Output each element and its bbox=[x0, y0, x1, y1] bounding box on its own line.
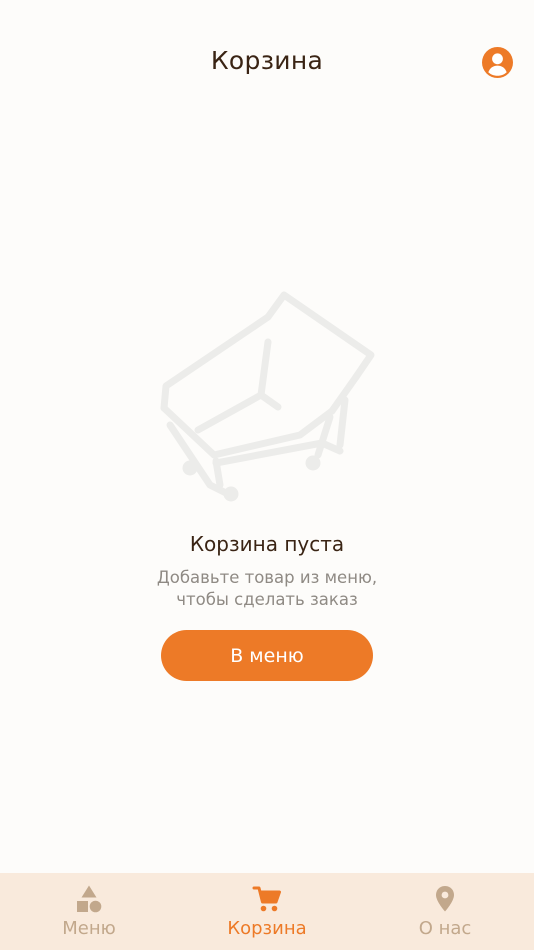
empty-cart-subtitle-line2: чтобы сделать заказ bbox=[176, 590, 358, 609]
empty-cart-title: Корзина пуста bbox=[189, 532, 345, 556]
header: Корзина bbox=[0, 0, 534, 128]
location-pin-icon bbox=[436, 886, 454, 912]
shapes-icon bbox=[77, 885, 102, 913]
nav-label-menu: Меню bbox=[62, 918, 116, 939]
nav-label-cart: Корзина bbox=[227, 918, 307, 939]
nav-item-menu[interactable]: Меню bbox=[0, 873, 178, 950]
go-to-menu-button[interactable]: В меню bbox=[161, 630, 373, 681]
nav-item-about[interactable]: О нас bbox=[356, 873, 534, 950]
nav-item-cart[interactable]: Корзина bbox=[178, 873, 356, 950]
page-title: Корзина bbox=[210, 46, 324, 75]
user-circle-icon bbox=[482, 47, 513, 78]
empty-cart-subtitle-line1: Добавьте товар из меню, bbox=[156, 568, 378, 587]
profile-button[interactable] bbox=[482, 47, 513, 78]
bottom-navigation: Меню Корзина О нас bbox=[0, 873, 534, 950]
empty-cart-illustration bbox=[160, 291, 375, 502]
cart-icon bbox=[252, 886, 281, 912]
empty-cart-subtitle: Добавьте товар из меню, чтобы сделать за… bbox=[0, 567, 534, 611]
nav-label-about: О нас bbox=[418, 918, 472, 939]
